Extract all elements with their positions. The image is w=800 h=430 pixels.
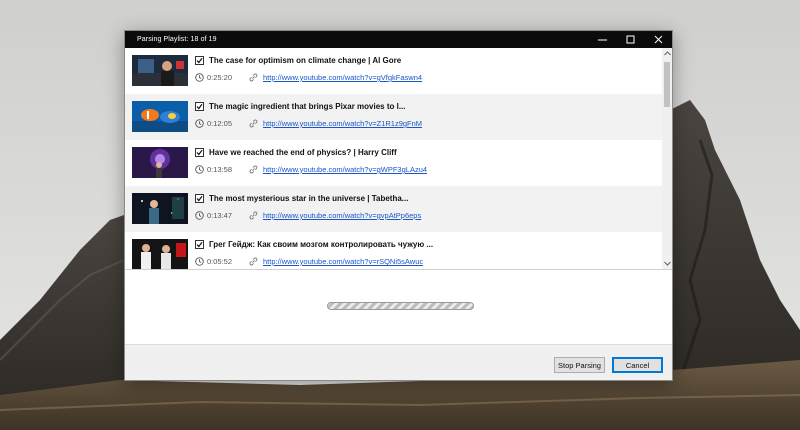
item-checkbox[interactable] [195,102,204,111]
video-title: The most mysterious star in the universe… [209,194,409,203]
clock-icon [195,119,204,128]
video-duration: 0:13:58 [207,165,233,174]
video-thumbnail [132,193,188,224]
checkmark-icon [196,103,203,110]
video-url-link[interactable]: http://www.youtube.com/watch?v=gVfgkFasw… [263,73,422,82]
link-icon [249,73,258,82]
stop-parsing-button[interactable]: Stop Parsing [554,357,605,373]
playlist-list[interactable]: The case for optimism on climate change … [125,48,662,269]
link-icon [249,211,258,220]
link-icon [249,257,258,266]
clock-icon [195,211,204,220]
list-item[interactable]: Have we reached the end of physics? | Ha… [125,140,662,186]
minimize-icon [597,39,607,41]
item-checkbox[interactable] [195,240,204,249]
clock-icon [195,257,204,266]
video-thumbnail [132,147,188,178]
video-url-link[interactable]: http://www.youtube.com/watch?v=Z1R1z9gFn… [263,119,422,128]
item-checkbox[interactable] [195,148,204,157]
video-thumbnail [132,239,188,269]
video-duration: 0:13:47 [207,211,233,220]
item-checkbox[interactable] [195,56,204,65]
window-title: Parsing Playlist: 18 of 19 [137,36,217,43]
list-divider [125,269,672,270]
scrollbar-thumb[interactable] [664,62,670,107]
item-checkbox[interactable] [195,194,204,203]
window-controls [588,31,672,48]
list-item[interactable]: Грег Гейдж: Как своим мозгом контролиров… [125,232,662,269]
list-item[interactable]: The case for optimism on climate change … [125,48,662,94]
playlist-list-area: The case for optimism on climate change … [125,48,672,269]
list-scrollbar[interactable] [662,48,672,269]
scroll-down-button[interactable] [662,259,672,268]
video-duration: 0:05:52 [207,257,233,266]
video-thumbnail [132,101,188,132]
minimize-button[interactable] [588,31,616,48]
checkmark-icon [196,57,203,64]
parsing-dialog: Parsing Playlist: 18 of 19 The case for … [124,30,673,381]
video-duration: 0:12:05 [207,119,233,128]
close-icon [654,35,662,44]
video-title: Грег Гейдж: Как своим мозгом контролиров… [209,240,434,249]
video-thumbnail [132,55,188,86]
scroll-up-button[interactable] [662,49,672,58]
chevron-down-icon [663,261,671,266]
clock-icon [195,73,204,82]
title-bar[interactable]: Parsing Playlist: 18 of 19 [125,31,672,48]
video-url-link[interactable]: http://www.youtube.com/watch?v=rSQNi5sAw… [263,257,423,266]
link-icon [249,165,258,174]
video-title: Have we reached the end of physics? | Ha… [209,148,397,157]
checkmark-icon [196,241,203,248]
clock-icon [195,165,204,174]
dialog-footer: Stop Parsing Cancel [125,344,672,380]
video-url-link[interactable]: http://www.youtube.com/watch?v=gWPF3gLAz… [263,165,427,174]
video-title: The magic ingredient that brings Pixar m… [209,102,406,111]
video-duration: 0:25:20 [207,73,233,82]
list-item[interactable]: The magic ingredient that brings Pixar m… [125,94,662,140]
checkmark-icon [196,195,203,202]
maximize-button[interactable] [616,31,644,48]
chevron-up-icon [663,51,671,56]
checkmark-icon [196,149,203,156]
video-title: The case for optimism on climate change … [209,56,402,65]
parsing-progress-bar [327,302,474,310]
list-item[interactable]: The most mysterious star in the universe… [125,186,662,232]
video-url-link[interactable]: http://www.youtube.com/watch?v=gvpAtPp6e… [263,211,421,220]
maximize-icon [626,35,634,44]
cancel-button[interactable]: Cancel [612,357,663,373]
close-button[interactable] [644,31,672,48]
link-icon [249,119,258,128]
